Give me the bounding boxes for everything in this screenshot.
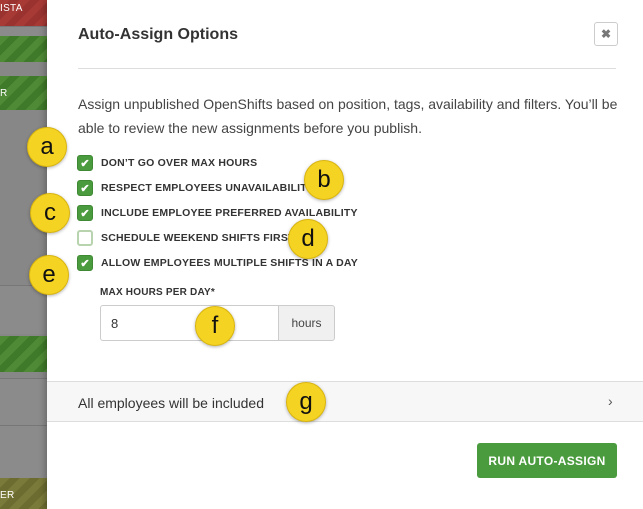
option-preferred-availability[interactable]: ✔ INCLUDE EMPLOYEE PREFERRED AVAILABILIT… bbox=[77, 204, 358, 222]
callout-c: c bbox=[30, 193, 70, 233]
max-hours-input[interactable] bbox=[100, 305, 278, 341]
dialog-description: Assign unpublished OpenShifts based on p… bbox=[78, 96, 618, 136]
option-label: ALLOW EMPLOYEES MULTIPLE SHIFTS IN A DAY bbox=[101, 257, 358, 269]
option-label: INCLUDE EMPLOYEE PREFERRED AVAILABILITY bbox=[101, 207, 358, 219]
dialog-title: Auto-Assign Options bbox=[78, 26, 238, 43]
hours-addon: hours bbox=[278, 305, 335, 341]
auto-assign-dialog: Auto-Assign Options ✖ Assign unpublished… bbox=[47, 0, 643, 509]
check-icon: ✔ bbox=[80, 207, 90, 220]
divider bbox=[78, 68, 616, 69]
checkbox-weekend-first[interactable] bbox=[77, 230, 93, 246]
option-max-hours[interactable]: ✔ DON’T GO OVER MAX HOURS bbox=[77, 154, 257, 172]
callout-b: b bbox=[304, 160, 344, 200]
checkbox-preferred-availability[interactable]: ✔ bbox=[77, 205, 93, 221]
check-icon: ✔ bbox=[80, 257, 90, 270]
option-respect-unavailability[interactable]: ✔ RESPECT EMPLOYEES UNAVAILABILITY bbox=[77, 179, 314, 197]
close-button[interactable]: ✖ bbox=[594, 22, 618, 46]
shift-tag: ISTA bbox=[0, 3, 23, 14]
option-label: DON’T GO OVER MAX HOURS bbox=[101, 157, 258, 169]
callout-a: a bbox=[27, 127, 67, 167]
callout-e: e bbox=[29, 255, 69, 295]
callout-f: f bbox=[195, 306, 235, 346]
employee-filter-row[interactable]: All employees will be included › bbox=[47, 381, 643, 422]
check-icon: ✔ bbox=[80, 157, 90, 170]
shift-tag: R bbox=[0, 88, 8, 99]
close-icon: ✖ bbox=[600, 27, 612, 41]
max-hours-label: MAX HOURS PER DAY* bbox=[100, 287, 215, 298]
checkbox-respect-unavailability[interactable]: ✔ bbox=[77, 180, 93, 196]
callout-g: g bbox=[286, 382, 326, 422]
option-label: RESPECT EMPLOYEES UNAVAILABILITY bbox=[101, 182, 315, 194]
filter-text: All employees will be included bbox=[78, 395, 264, 411]
checkbox-max-hours[interactable]: ✔ bbox=[77, 155, 93, 171]
check-icon: ✔ bbox=[80, 182, 90, 195]
option-weekend-first[interactable]: SCHEDULE WEEKEND SHIFTS FIRST bbox=[77, 229, 295, 247]
checkbox-multiple-shifts[interactable]: ✔ bbox=[77, 255, 93, 271]
callout-d: d bbox=[288, 219, 328, 259]
run-auto-assign-button[interactable]: RUN AUTO-ASSIGN bbox=[477, 443, 617, 478]
shift-tag: ER bbox=[0, 490, 15, 501]
option-label: SCHEDULE WEEKEND SHIFTS FIRST bbox=[101, 232, 295, 244]
chevron-right-icon: › bbox=[608, 393, 613, 409]
